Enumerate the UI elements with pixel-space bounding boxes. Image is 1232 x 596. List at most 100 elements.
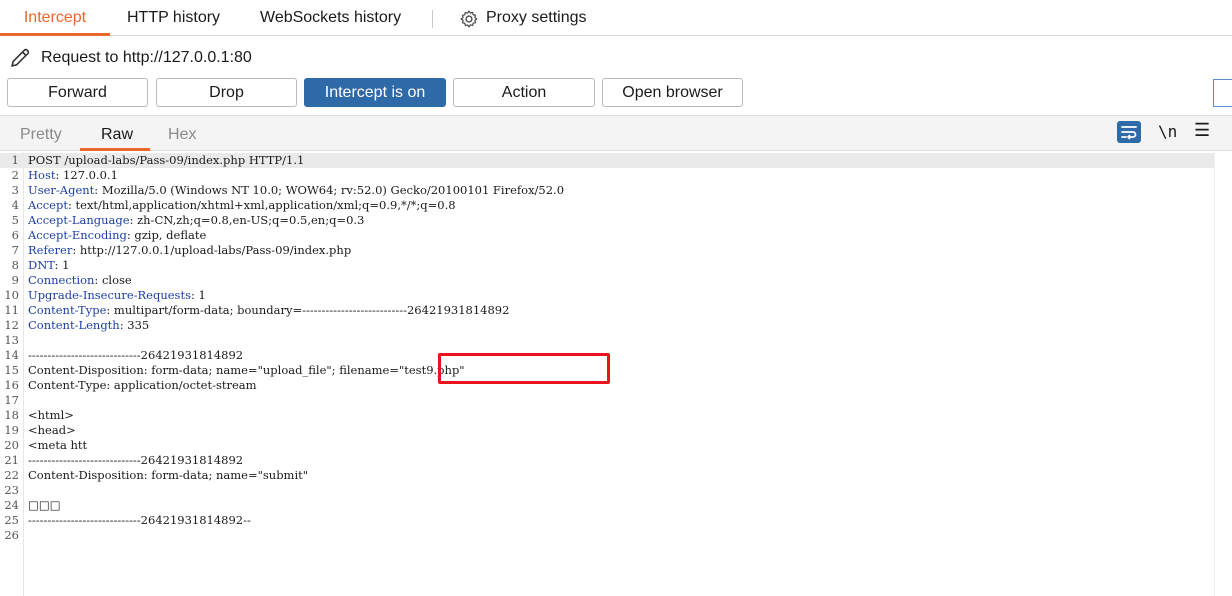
search-field-edge[interactable]	[1213, 79, 1232, 107]
line-number: 1	[11, 153, 19, 167]
tab-http-history[interactable]: HTTP history	[127, 0, 220, 36]
request-line[interactable]: 11 Content-Type: multipart/form-data; bou…	[0, 303, 1214, 318]
proxy-settings-link[interactable]: Proxy settings	[486, 0, 586, 36]
forward-button[interactable]: Forward	[7, 78, 148, 107]
line-text: Referer: http://127.0.0.1/upload-labs/Pa…	[28, 243, 351, 258]
line-number: 9	[11, 273, 19, 287]
request-line[interactable]: 8 DNT: 1	[0, 258, 1214, 273]
body-text: -----------------------------26421931814…	[28, 453, 244, 467]
tab-intercept[interactable]: Intercept	[0, 0, 110, 36]
header-name: Host	[28, 168, 56, 182]
line-number: 23	[4, 483, 19, 497]
header-value: http://127.0.0.1/upload-labs/Pass-09/ind…	[76, 243, 352, 257]
line-text: Accept: text/html,application/xhtml+xml,…	[28, 198, 456, 213]
request-line[interactable]: 6 Accept-Encoding: gzip, deflate	[0, 228, 1214, 243]
request-line[interactable]: 2 Host: 127.0.0.1	[0, 168, 1214, 183]
tab-pretty[interactable]: Pretty	[20, 125, 62, 145]
line-number: 18	[4, 408, 19, 422]
raw-request-editor[interactable]: 1 POST /upload-labs/Pass-09/index.php HTT…	[0, 152, 1232, 596]
body-text: □□□	[28, 498, 61, 512]
line-number: 8	[11, 258, 19, 272]
vertical-scrollbar[interactable]	[1214, 152, 1232, 596]
request-line[interactable]: 9 Connection: close	[0, 273, 1214, 288]
request-line[interactable]: 19 <head>	[0, 423, 1214, 438]
request-line[interactable]: 7 Referer: http://127.0.0.1/upload-labs/P…	[0, 243, 1214, 258]
request-line[interactable]: 12 Content-Length: 335	[0, 318, 1214, 333]
line-number: 6	[11, 228, 19, 242]
request-line[interactable]: 25 -----------------------------264219318…	[0, 513, 1214, 528]
request-line[interactable]: 4 Accept: text/html,application/xhtml+xml…	[0, 198, 1214, 213]
request-line[interactable]: 1 POST /upload-labs/Pass-09/index.php HTT…	[0, 153, 1214, 168]
header-name: User-Agent	[28, 183, 95, 197]
gear-icon[interactable]	[459, 9, 479, 29]
header-value: 335	[123, 318, 150, 332]
line-number: 14	[4, 348, 19, 362]
word-wrap-icon	[1121, 126, 1137, 140]
header-value: multipart/form-data; boundary=----------…	[110, 303, 510, 317]
line-number: 17	[4, 393, 19, 407]
header-name: Accept	[28, 198, 68, 212]
line-text: Content-Type: multipart/form-data; bound…	[28, 303, 509, 318]
body-text: <html>	[28, 408, 74, 422]
open-browser-button[interactable]: Open browser	[602, 78, 743, 107]
tab-websockets-history[interactable]: WebSockets history	[260, 0, 401, 36]
line-text: □□□	[28, 498, 61, 513]
request-target: Request to http://127.0.0.1:80	[41, 49, 252, 66]
line-number: 16	[4, 378, 19, 392]
body-text: -----------------------------26421931814…	[28, 513, 251, 527]
request-line[interactable]: 13	[0, 333, 1214, 348]
line-number: 11	[4, 303, 19, 317]
header-value: 1	[58, 258, 70, 272]
line-text: DNT: 1	[28, 258, 69, 273]
line-text: Host: 127.0.0.1	[28, 168, 118, 183]
header-value: close	[98, 273, 132, 287]
line-number: 2	[11, 168, 19, 182]
header-name: Connection	[28, 273, 95, 287]
body-text: Content-Type: application/octet-stream	[28, 378, 257, 392]
request-line[interactable]: 3 User-Agent: Mozilla/5.0 (Windows NT 10.…	[0, 183, 1214, 198]
header-name: Accept-Encoding	[28, 228, 127, 242]
header-name: Referer	[28, 243, 73, 257]
line-text: <meta htt	[28, 438, 87, 453]
request-line[interactable]: 18 <html>	[0, 408, 1214, 423]
line-number: 15	[4, 363, 19, 377]
request-line[interactable]: 20 <meta htt	[0, 438, 1214, 453]
header-value: Mozilla/5.0 (Windows NT 10.0; WOW64; rv:…	[98, 183, 565, 197]
tab-divider	[432, 10, 433, 28]
request-line[interactable]: 26	[0, 528, 1214, 543]
hamburger-menu-icon[interactable]: ☰	[1194, 120, 1210, 141]
tab-hex[interactable]: Hex	[168, 125, 196, 145]
proxy-tab-bar: Intercept HTTP history WebSockets histor…	[0, 0, 1232, 36]
request-line[interactable]: 22 Content-Disposition: form-data; name="…	[0, 468, 1214, 483]
request-line[interactable]: 5 Accept-Language: zh-CN,zh;q=0.8,en-US;q…	[0, 213, 1214, 228]
header-name: DNT	[28, 258, 55, 272]
request-line[interactable]: 24 □□□	[0, 498, 1214, 513]
intercept-toggle-button[interactable]: Intercept is on	[304, 78, 446, 107]
body-text: Content-Disposition: form-data; name="up…	[28, 363, 465, 377]
line-text: Accept-Language: zh-CN,zh;q=0.8,en-US;q=…	[28, 213, 364, 228]
body-text: <meta htt	[28, 438, 88, 452]
line-number: 22	[4, 468, 19, 482]
request-line[interactable]: 17	[0, 393, 1214, 408]
action-button[interactable]: Action	[453, 78, 595, 107]
line-text: Accept-Encoding: gzip, deflate	[28, 228, 206, 243]
request-line[interactable]: 10 Upgrade-Insecure-Requests: 1	[0, 288, 1214, 303]
line-number: 20	[4, 438, 19, 452]
tab-raw[interactable]: Raw	[101, 125, 133, 145]
word-wrap-toggle[interactable]	[1117, 121, 1141, 143]
request-line[interactable]: 21 -----------------------------264219318…	[0, 453, 1214, 468]
line-text: Content-Type: application/octet-stream	[28, 378, 257, 393]
line-text: <head>	[28, 423, 76, 438]
drop-button[interactable]: Drop	[156, 78, 297, 107]
line-text: Upgrade-Insecure-Requests: 1	[28, 288, 206, 303]
line-number: 12	[4, 318, 19, 332]
filename-highlight-box	[438, 353, 610, 384]
message-editor-header: Pretty Raw Hex	[0, 115, 1232, 151]
header-name: Content-Type	[28, 303, 107, 317]
line-text: Content-Disposition: form-data; name="up…	[28, 363, 465, 378]
line-text: Connection: close	[28, 273, 132, 288]
request-line[interactable]: 23	[0, 483, 1214, 498]
line-text: <html>	[28, 408, 74, 423]
line-number: 21	[4, 453, 19, 467]
newline-toggle[interactable]: \n	[1158, 122, 1177, 141]
